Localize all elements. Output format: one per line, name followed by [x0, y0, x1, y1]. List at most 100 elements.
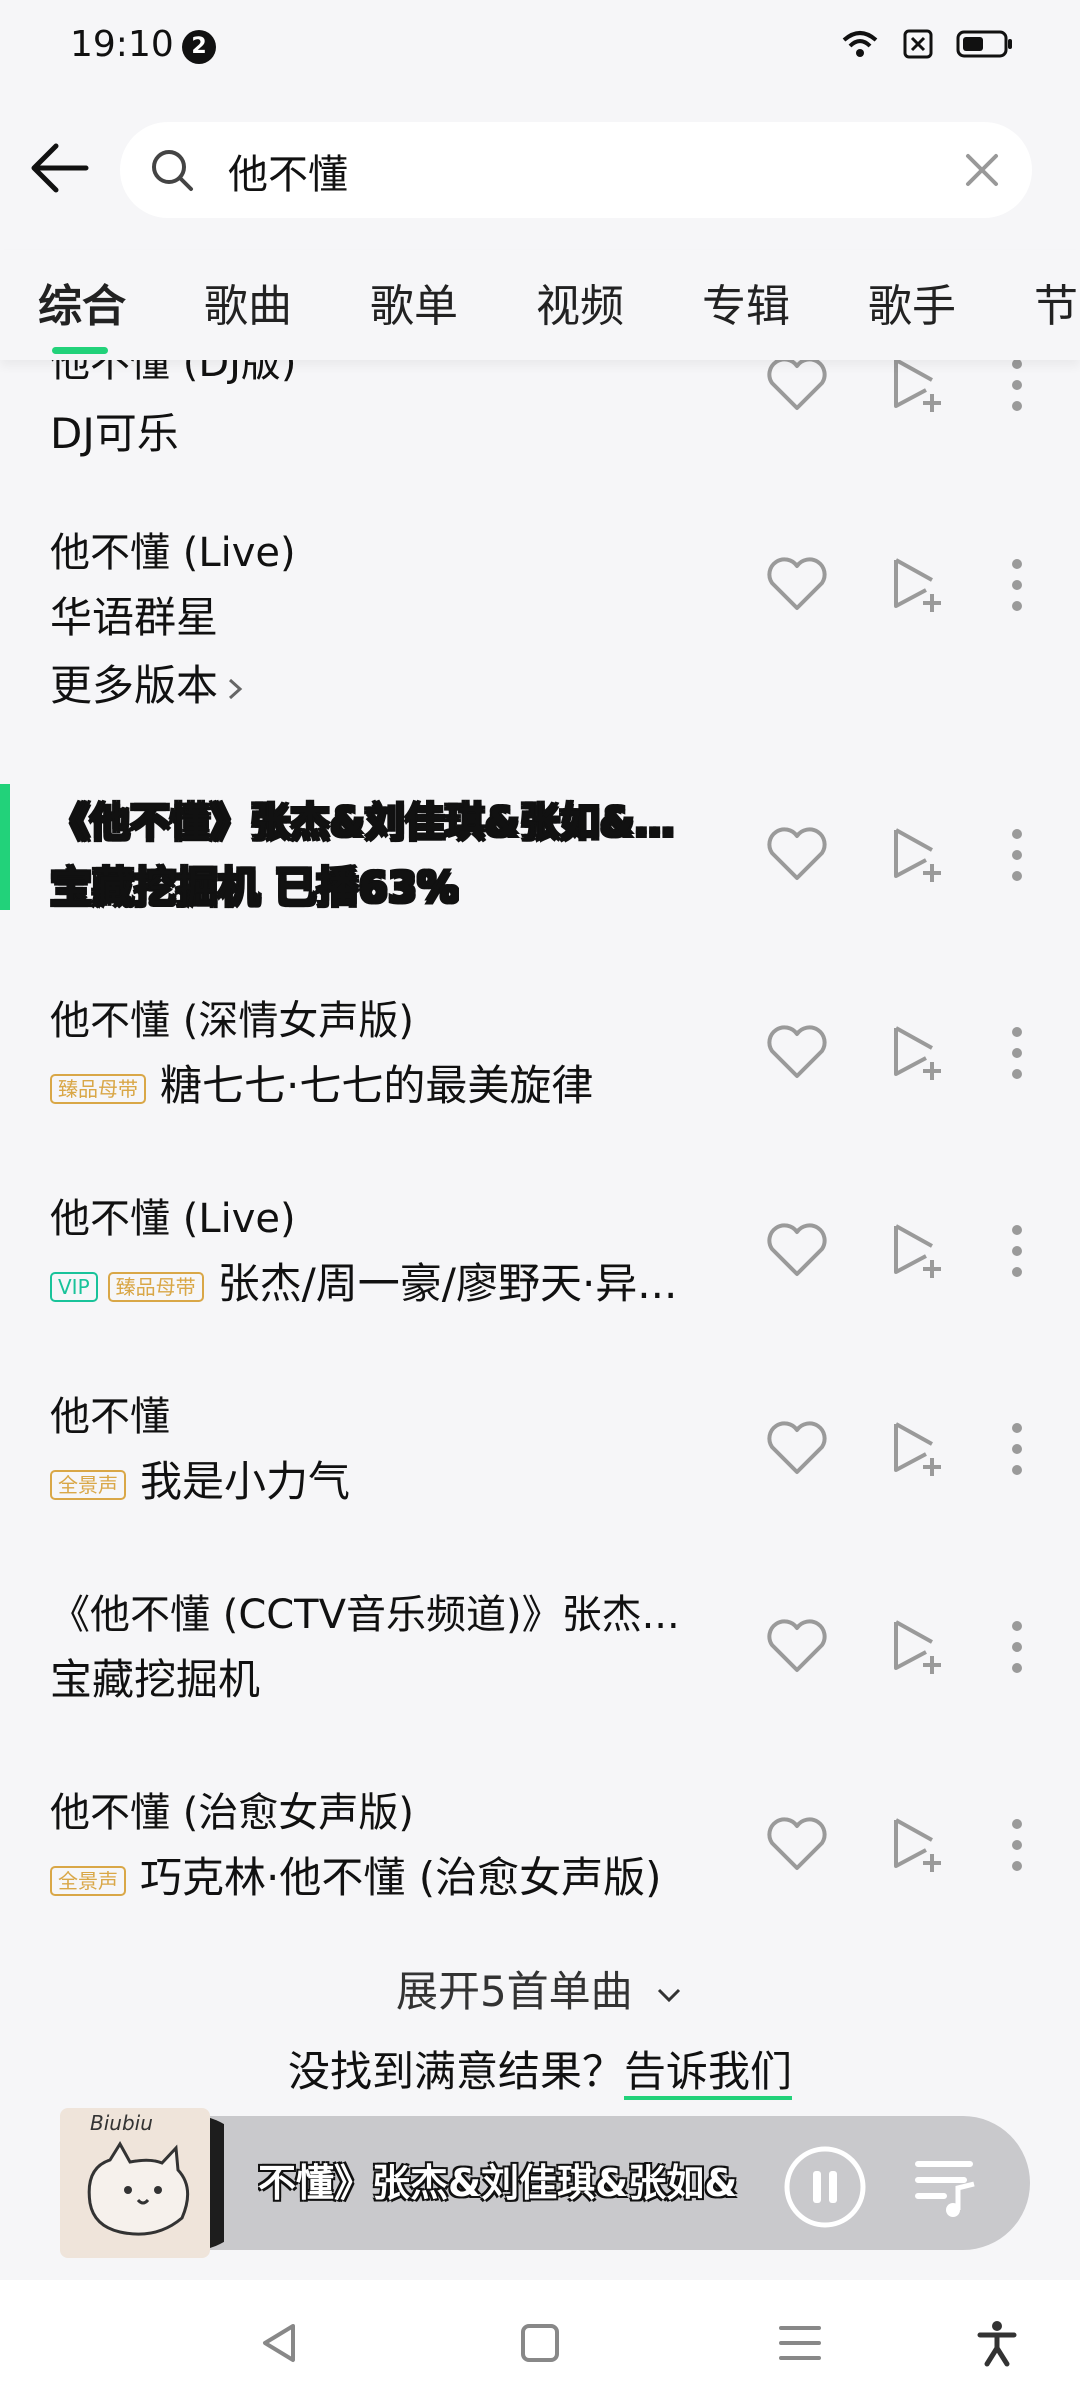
- more-options-icon[interactable]: [992, 360, 1042, 420]
- song-artist: 华语群星: [50, 593, 219, 642]
- now-playing-indicator: [0, 784, 10, 910]
- feedback-link[interactable]: 告诉我们: [624, 2047, 793, 2100]
- status-time: 19:10: [70, 24, 174, 65]
- pause-icon[interactable]: [782, 2144, 868, 2230]
- song-title: 他不懂 (DJ版): [50, 360, 297, 386]
- back-arrow-icon[interactable]: [28, 136, 92, 200]
- nav-home-icon[interactable]: [515, 2318, 565, 2368]
- more-versions-link[interactable]: 更多版本: [50, 652, 248, 713]
- heart-icon[interactable]: [762, 1216, 832, 1286]
- song-artist: DJ可乐: [50, 409, 179, 458]
- tab-artists[interactable]: 歌手: [868, 270, 956, 334]
- more-options-icon[interactable]: [992, 1810, 1042, 1880]
- chevron-down-icon: [657, 1988, 681, 2002]
- song-title: 他不懂 (治愈女声版): [50, 1790, 414, 1836]
- row-actions: [762, 1018, 1062, 1098]
- heart-icon[interactable]: [762, 1414, 832, 1484]
- nav-recents-icon[interactable]: [775, 2318, 825, 2368]
- more-options-icon[interactable]: [992, 1612, 1042, 1682]
- more-options-icon[interactable]: [992, 1414, 1042, 1484]
- feedback-text: 没找到满意结果？: [287, 2047, 624, 2096]
- quality-badge: 全景声: [50, 1865, 126, 1896]
- song-artist-line: 全景声 我是小力气: [50, 1448, 350, 1509]
- more-options-icon[interactable]: [992, 550, 1042, 620]
- tab-overview[interactable]: 综合: [38, 270, 126, 354]
- row-actions: [762, 1612, 1062, 1692]
- heart-icon[interactable]: [762, 1018, 832, 1088]
- tab-albums[interactable]: 专辑: [702, 270, 790, 334]
- notification-count-badge: 2: [182, 30, 216, 64]
- song-title: 他不懂 (Live): [50, 530, 296, 576]
- quality-badge: 臻品母带: [50, 1073, 146, 1104]
- heart-icon[interactable]: [762, 1810, 832, 1880]
- song-artist: 宝藏挖掘机: [50, 1655, 261, 1704]
- song-artist: 巧克林·他不懂 (治愈女声版): [140, 1853, 662, 1902]
- song-title: 他不懂: [50, 1394, 170, 1440]
- row-actions: [762, 1810, 1062, 1890]
- badge-group: 全景声: [50, 1865, 126, 1896]
- row-actions: [762, 550, 1062, 630]
- song-artist: 宝藏挖掘机 已播63%: [50, 863, 460, 912]
- tab-bar: 综合 歌曲 歌单 视频 专辑 歌手 节: [0, 250, 1080, 360]
- add-to-playlist-icon[interactable]: [882, 820, 952, 890]
- badge-group: 臻品母带: [50, 1073, 146, 1104]
- song-artist: 我是小力气: [140, 1457, 351, 1506]
- feedback-line: 没找到满意结果？告诉我们: [0, 2038, 1080, 2100]
- add-to-playlist-icon[interactable]: [882, 360, 952, 420]
- song-artist: 糖七七·七七的最美旋律: [160, 1061, 594, 1110]
- no-sim-icon: [903, 29, 933, 59]
- badge-group: VIP 臻品母带: [50, 1271, 204, 1302]
- more-options-icon[interactable]: [992, 1216, 1042, 1286]
- add-to-playlist-icon[interactable]: [882, 1018, 952, 1088]
- nav-back-icon[interactable]: [255, 2318, 305, 2368]
- song-artist-line: VIP 臻品母带 张杰/周一豪/廖野天·异...: [50, 1250, 677, 1311]
- tab-playlists[interactable]: 歌单: [370, 270, 458, 334]
- clear-icon[interactable]: [962, 150, 1002, 190]
- expand-more-button[interactable]: 展开5首单曲: [0, 1958, 1080, 2019]
- more-options-icon[interactable]: [992, 820, 1042, 890]
- vip-badge: VIP: [50, 1271, 98, 1302]
- tab-songs[interactable]: 歌曲: [204, 270, 292, 334]
- result-list: 他不懂 (DJ版) DJ可乐 他不懂 (Live) 华语群星 更多版本 《他不懂…: [0, 360, 1080, 1960]
- add-to-playlist-icon[interactable]: [882, 1810, 952, 1880]
- chevron-right-icon: [229, 678, 243, 699]
- search-input[interactable]: [226, 138, 930, 204]
- quality-badge: 臻品母带: [107, 1271, 204, 1302]
- quality-badge: 全景声: [50, 1469, 126, 1500]
- add-to-playlist-icon[interactable]: [882, 1414, 952, 1484]
- song-title: 《他不懂 (CCTV音乐频道)》张杰...: [50, 1592, 680, 1638]
- row-actions: [762, 1414, 1062, 1494]
- battery-icon: [956, 30, 1012, 58]
- heart-icon[interactable]: [762, 360, 832, 420]
- accessibility-icon[interactable]: [972, 2318, 1022, 2368]
- wifi-icon: [842, 31, 878, 57]
- song-title: 他不懂 (深情女声版): [50, 998, 414, 1044]
- heart-icon[interactable]: [762, 820, 832, 890]
- expand-label: 展开5首单曲: [395, 1967, 633, 2016]
- heart-icon[interactable]: [762, 550, 832, 620]
- status-bar: 19:10 2: [0, 0, 1080, 100]
- song-artist-line: 全景声 巧克林·他不懂 (治愈女声版): [50, 1844, 661, 1905]
- system-nav-bar: [0, 2280, 1080, 2400]
- status-icons: [840, 28, 1014, 60]
- more-versions-label: 更多版本: [50, 661, 219, 710]
- cover-text: Biubiu: [90, 2111, 153, 2135]
- add-to-playlist-icon[interactable]: [882, 1216, 952, 1286]
- tab-videos[interactable]: 视频: [536, 270, 624, 334]
- add-to-playlist-icon[interactable]: [882, 1612, 952, 1682]
- more-options-icon[interactable]: [992, 1018, 1042, 1088]
- tab-programs[interactable]: 节: [1034, 270, 1078, 334]
- badge-group: 全景声: [50, 1469, 126, 1500]
- song-artist: 张杰/周一豪/廖野天·异...: [217, 1259, 678, 1308]
- search-box[interactable]: [120, 122, 1032, 218]
- song-title: 《他不懂》张杰&刘佳琪&张如&张...: [50, 800, 710, 846]
- song-artist-line: 臻品母带 糖七七·七七的最美旋律: [50, 1052, 593, 1113]
- row-actions: [762, 360, 1062, 430]
- row-actions: [762, 820, 1062, 900]
- player-title: 不懂》张杰&刘佳琪&张如&张: [258, 2161, 738, 2205]
- album-cover[interactable]: Biubiu: [60, 2108, 224, 2258]
- search-icon: [152, 150, 193, 191]
- playlist-queue-icon[interactable]: [910, 2150, 982, 2222]
- add-to-playlist-icon[interactable]: [882, 550, 952, 620]
- heart-icon[interactable]: [762, 1612, 832, 1682]
